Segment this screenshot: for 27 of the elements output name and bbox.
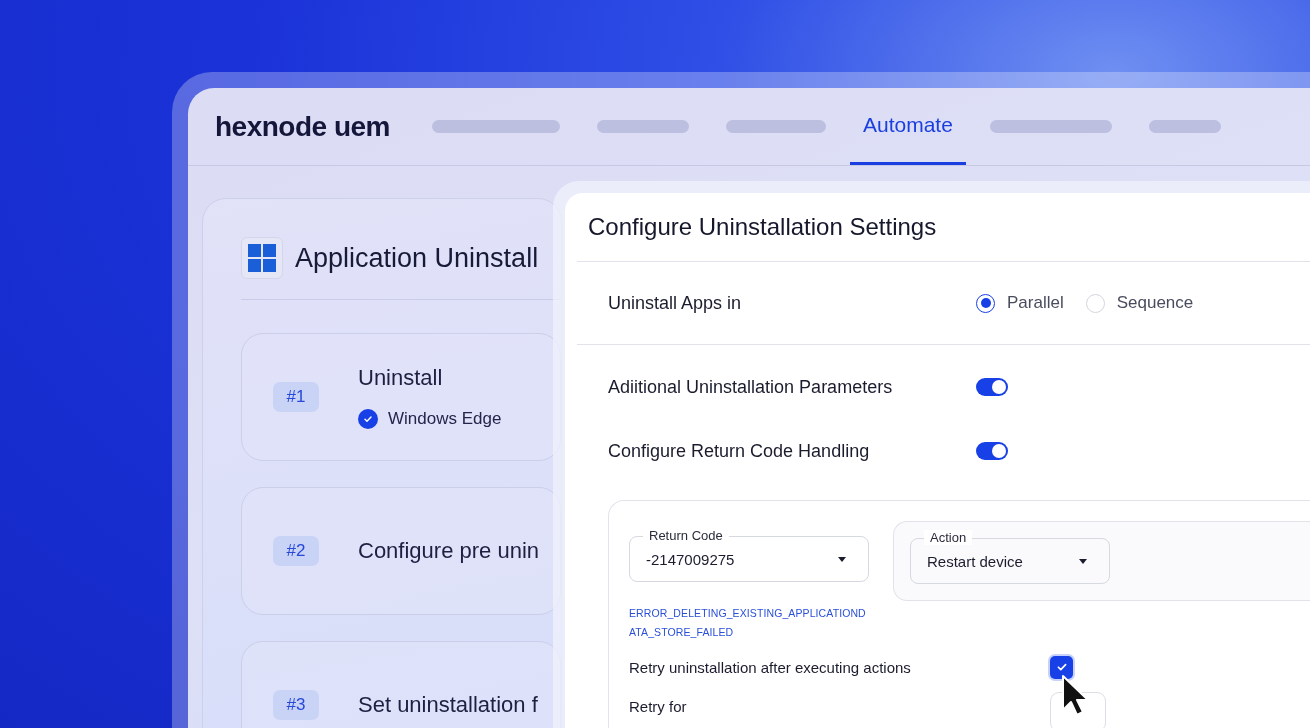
step-title: Uninstall <box>358 365 444 391</box>
retry-checkbox[interactable] <box>1050 655 1073 679</box>
step-title: Configure pre unin <box>358 538 539 564</box>
nav-tab[interactable]: Automate <box>850 88 966 165</box>
retry-label: Retry uninstallation after executing actions <box>629 658 912 676</box>
setting-label: Configure Return Code Handling <box>608 440 871 462</box>
caret-icon <box>838 556 846 562</box>
setting-label: Adiitional Uninstallation Parameters <box>608 376 894 398</box>
brand-logo: hexnode uem <box>215 109 390 144</box>
setting-label: Uninstall Apps in <box>608 292 743 314</box>
step-number: #1 <box>273 382 319 412</box>
app-name: Windows Edge <box>388 409 502 429</box>
toggle-switch[interactable] <box>976 378 1008 396</box>
check-icon <box>363 414 373 424</box>
check-icon <box>1055 661 1068 673</box>
step-number: #2 <box>273 536 319 566</box>
radio-option[interactable]: Sequence <box>1085 293 1194 313</box>
step-title: Set uninstallation f <box>358 692 538 718</box>
retry-for-label: Retry for <box>629 698 688 715</box>
caret-icon <box>1079 558 1087 564</box>
step-number: #3 <box>273 690 319 720</box>
policy-title: Application Uninstall <box>295 242 539 274</box>
windows-logo-icon <box>241 237 283 279</box>
return-code-name: ERROR_DELETING_EXISTING_APPLICATIOND ATA_STORE_FAILED <box>629 606 867 640</box>
radio-option[interactable]: Parallel <box>976 293 1064 313</box>
dialog-title: Configure Uninstallation Settings <box>587 212 938 242</box>
toggle-switch[interactable] <box>976 442 1008 460</box>
